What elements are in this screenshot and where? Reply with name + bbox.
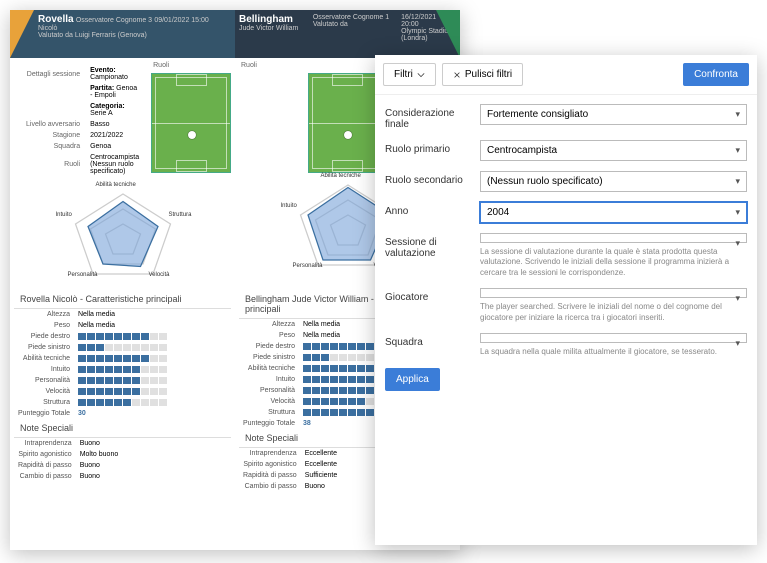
characteristics-title-a: Rovella Nicolò - Caratteristiche princip… bbox=[14, 290, 231, 309]
close-icon bbox=[453, 71, 461, 79]
filter-panel: Filtri Pulisci filtri Confronta Consider… bbox=[375, 55, 757, 545]
sessione-select[interactable] bbox=[480, 233, 747, 243]
player-a-firstname: Nicolò bbox=[38, 25, 231, 32]
anno-select[interactable]: 2004 bbox=[480, 202, 747, 223]
pulisci-filtri-button[interactable]: Pulisci filtri bbox=[442, 63, 523, 86]
header-player-a: Rovella Osservatore Cognome 3 09/01/2022… bbox=[10, 10, 235, 58]
filtri-button[interactable]: Filtri bbox=[383, 63, 436, 86]
squadra-select[interactable] bbox=[480, 333, 747, 343]
player-b-surname: Bellingham bbox=[239, 14, 303, 25]
applica-button[interactable]: Applica bbox=[385, 368, 440, 391]
chevron-down-icon bbox=[417, 71, 425, 79]
accent-triangle-right bbox=[436, 10, 460, 58]
header-player-b: Bellingham Jude Victor William Osservato… bbox=[235, 10, 460, 58]
header: Rovella Osservatore Cognome 3 09/01/2022… bbox=[10, 10, 460, 58]
ruolo-primario-select[interactable]: Centrocampista bbox=[480, 140, 747, 161]
pitch-a bbox=[151, 73, 231, 173]
metrics-table-a: Piede destroPiede sinistroAbilità tecnic… bbox=[14, 331, 231, 408]
giocatore-select[interactable] bbox=[480, 288, 747, 298]
ruolo-secondario-select[interactable]: (Nessun ruolo specificato) bbox=[480, 171, 747, 192]
considerazione-select[interactable]: Fortemente consigliato bbox=[480, 104, 747, 125]
notes-table-a: IntraprendenzaBuonoSpirito agonisticoMol… bbox=[14, 438, 231, 482]
player-a-surname: Rovella bbox=[38, 14, 74, 25]
confronta-button[interactable]: Confronta bbox=[683, 63, 749, 86]
player-b-firstname: Jude Victor William bbox=[239, 25, 303, 32]
player-a-datetime: 09/01/2022 15:00 bbox=[154, 17, 209, 24]
session-details: Dettagli sessioneEvento: Campionato Part… bbox=[14, 60, 151, 182]
accent-triangle-left bbox=[10, 10, 34, 58]
player-a-observer: Osservatore Cognome 3 bbox=[76, 17, 152, 24]
radar-chart-a: Abilità tecniche Struttura Velocità Pers… bbox=[58, 184, 188, 284]
